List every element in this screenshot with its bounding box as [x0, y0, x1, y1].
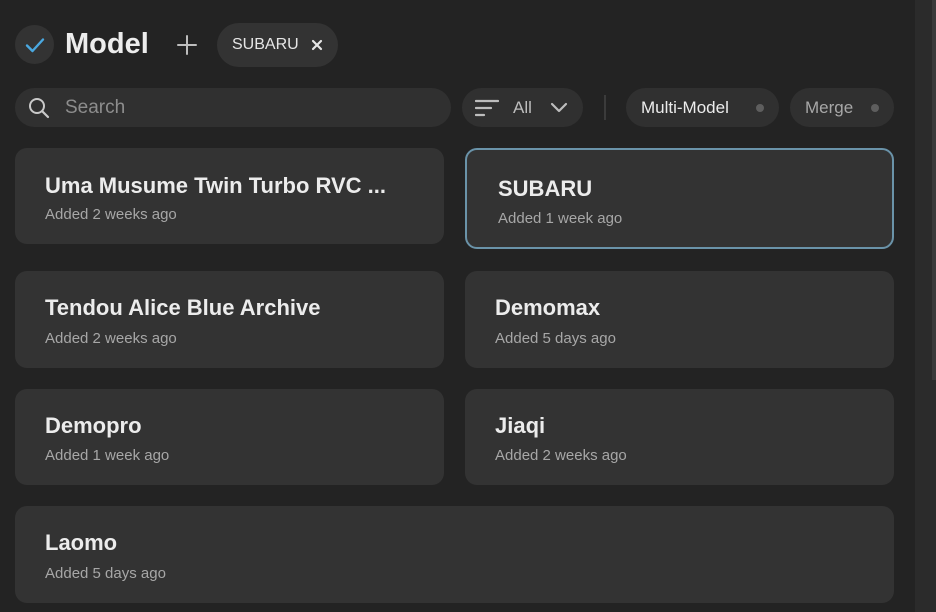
model-panel: Model SUBARU All [0, 0, 915, 612]
model-card[interactable]: Laomo Added 5 days ago [15, 506, 894, 603]
filter-label: All [513, 98, 532, 117]
sort-icon [474, 99, 500, 122]
multi-model-status-dot [756, 104, 764, 112]
model-card[interactable]: Demomax Added 5 days ago [465, 271, 894, 368]
check-icon [25, 37, 44, 52]
merge-label: Merge [805, 98, 854, 117]
merge-toggle[interactable]: Merge [790, 88, 894, 127]
scrollbar-thumb[interactable] [932, 0, 936, 380]
chip-label: SUBARU [232, 36, 299, 53]
filter-dropdown[interactable]: All [462, 88, 583, 127]
model-name: Demomax [495, 295, 601, 320]
search-icon [27, 96, 51, 125]
model-added-date: Added 1 week ago [498, 210, 623, 227]
chevron-down-icon [550, 101, 568, 120]
chip-remove-button[interactable] [309, 37, 325, 53]
model-added-date: Added 2 weeks ago [495, 447, 627, 464]
model-added-date: Added 2 weeks ago [45, 330, 177, 347]
model-name: SUBARU [498, 176, 593, 201]
model-added-date: Added 5 days ago [495, 330, 616, 347]
selected-model-chip: SUBARU [217, 23, 338, 67]
model-card[interactable]: Demopro Added 1 week ago [15, 389, 444, 485]
multi-model-toggle[interactable]: Multi-Model [626, 88, 779, 127]
model-added-date: Added 1 week ago [45, 447, 170, 464]
plus-icon [177, 35, 197, 55]
model-added-date: Added 2 weeks ago [45, 206, 177, 223]
model-name: Uma Musume Twin Turbo RVC ... [45, 173, 387, 198]
select-all-checkbox[interactable] [15, 25, 54, 64]
model-name: Laomo [45, 530, 118, 555]
page-title: Model [65, 28, 149, 60]
close-icon [311, 39, 323, 51]
model-card[interactable]: Uma Musume Twin Turbo RVC ... Added 2 we… [15, 148, 444, 244]
model-added-date: Added 5 days ago [45, 565, 166, 582]
add-model-button[interactable] [174, 30, 200, 60]
model-card-selected[interactable]: SUBARU Added 1 week ago [465, 148, 894, 249]
toolbar-divider [604, 95, 606, 120]
model-name: Demopro [45, 413, 142, 438]
model-card[interactable]: Tendou Alice Blue Archive Added 2 weeks … [15, 271, 444, 368]
multi-model-label: Multi-Model [641, 98, 729, 117]
search-input[interactable] [65, 88, 435, 127]
model-card[interactable]: Jiaqi Added 2 weeks ago [465, 389, 894, 485]
search-box [15, 88, 451, 127]
model-name: Jiaqi [495, 413, 546, 438]
merge-status-dot [871, 104, 879, 112]
model-name: Tendou Alice Blue Archive [45, 295, 321, 320]
